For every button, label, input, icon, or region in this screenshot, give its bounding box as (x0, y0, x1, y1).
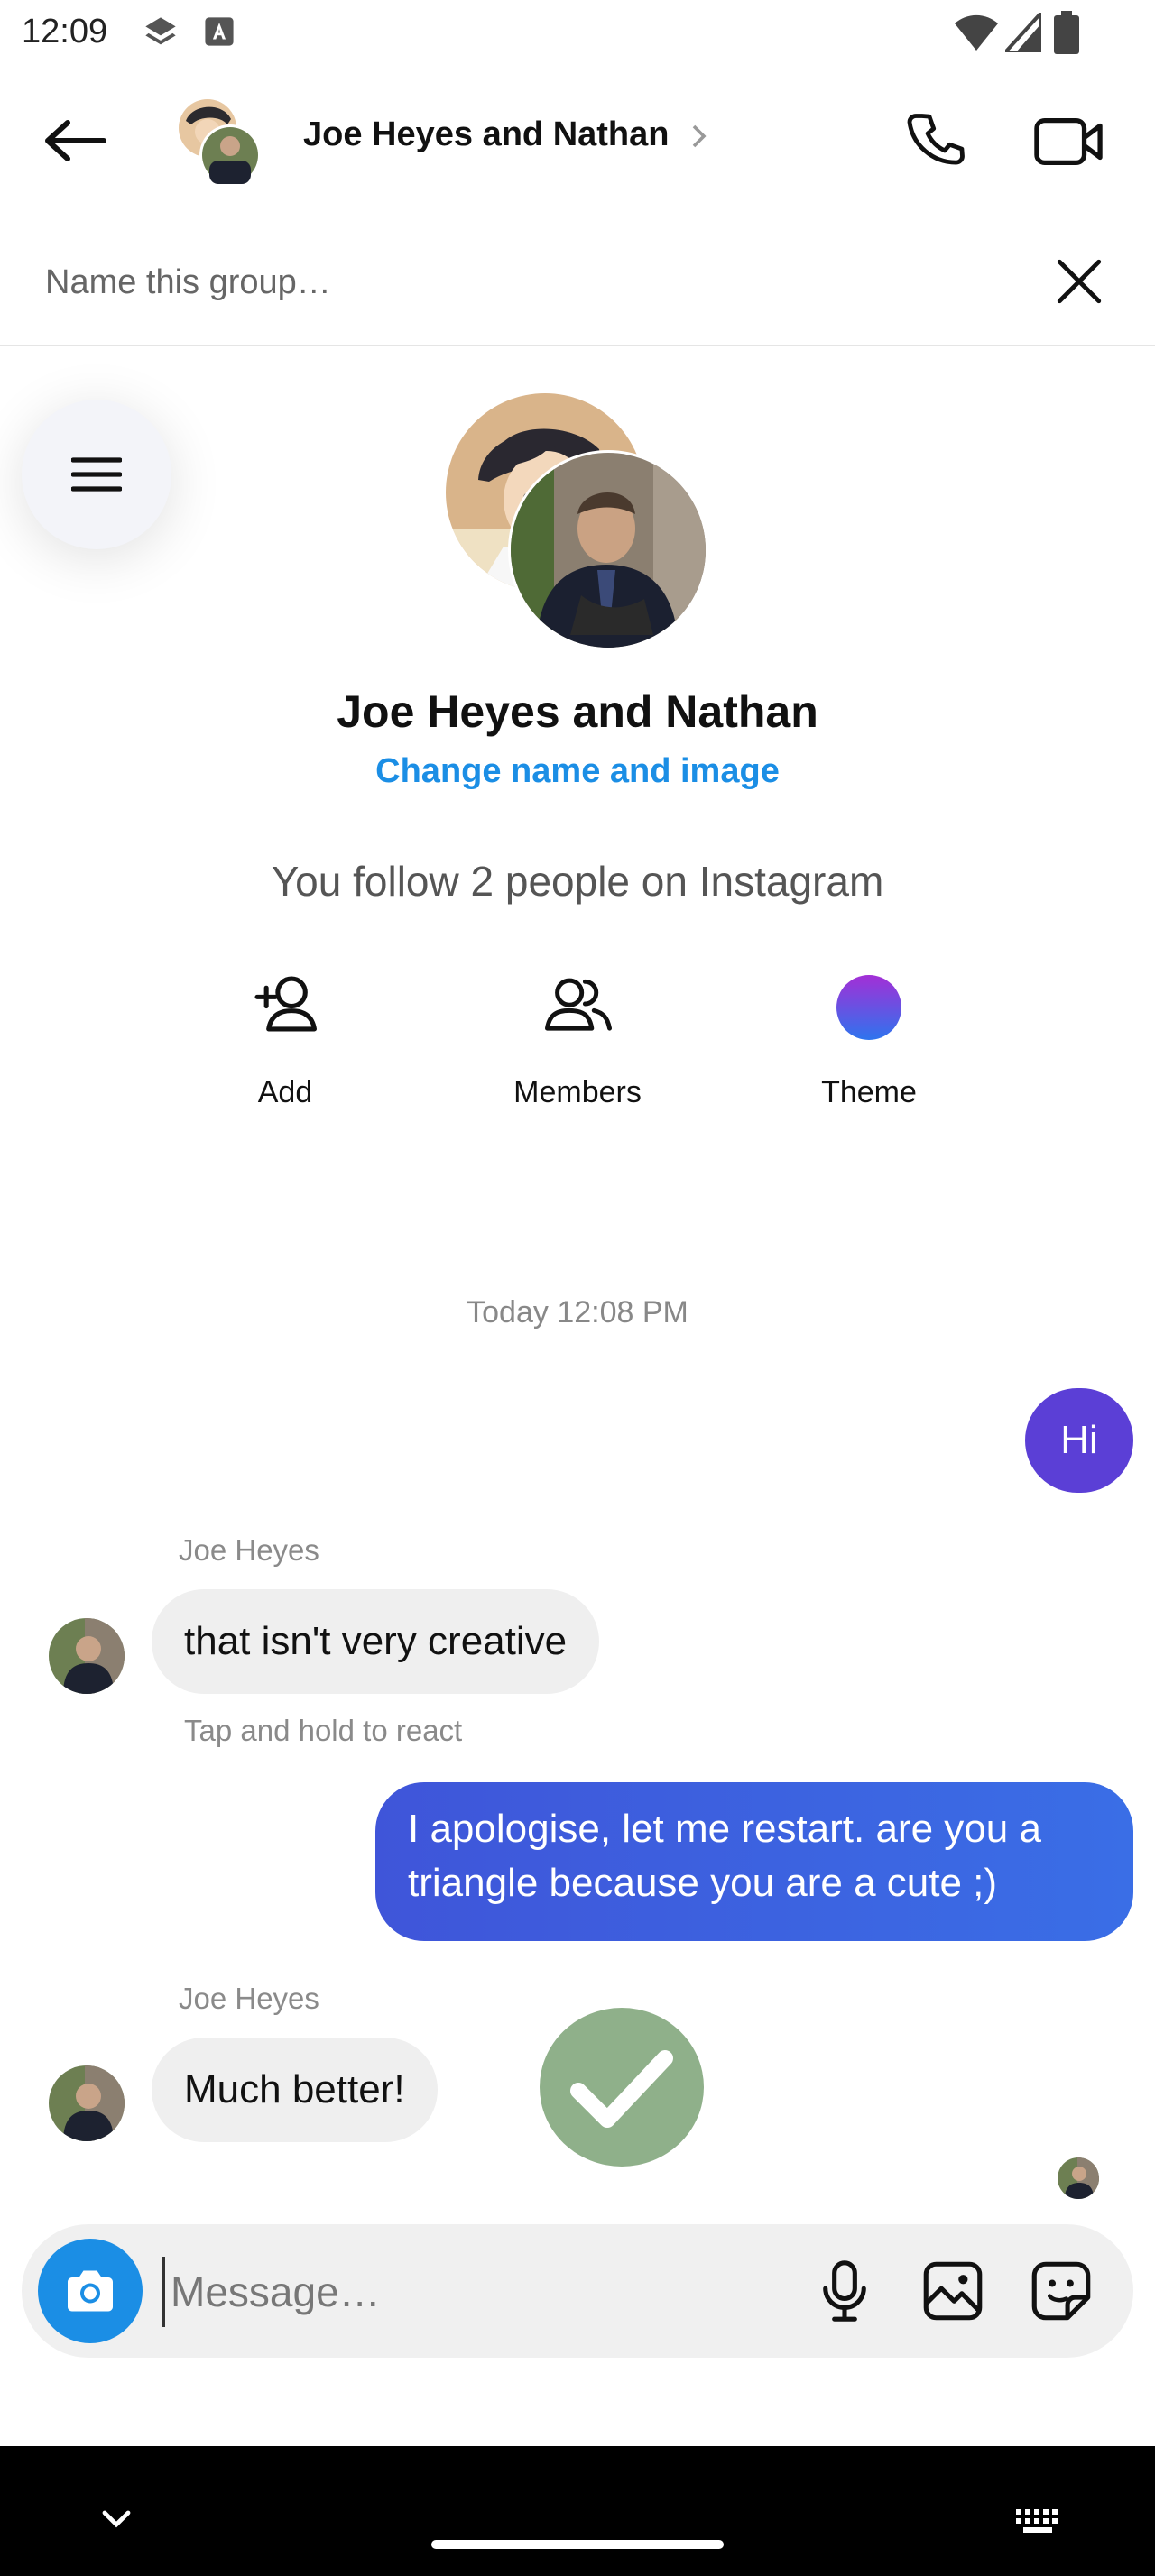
chat-title-text: Joe Heyes and Nathan (303, 115, 670, 153)
message-composer (22, 2224, 1133, 2358)
gallery-button[interactable] (908, 2246, 998, 2336)
header-divider (0, 345, 1155, 346)
phone-icon (907, 114, 965, 165)
voice-call-button[interactable] (893, 101, 980, 182)
theme-action-button[interactable]: Theme (752, 974, 986, 1118)
header-group-avatar[interactable] (177, 97, 263, 186)
members-icon (545, 978, 612, 1031)
add-action-button[interactable]: Add (168, 974, 402, 1118)
follow-info: You follow 2 people on Instagram (271, 858, 884, 905)
group-name: Joe Heyes and Nathan (337, 686, 818, 737)
sticker-button[interactable] (1016, 2246, 1106, 2336)
react-hint: Tap and hold to react (184, 1714, 463, 1747)
battery-icon (1054, 11, 1079, 54)
message-text: that isn't very creative (184, 1619, 568, 1663)
status-time: 12:09 (22, 13, 108, 51)
incoming-message-bubble[interactable]: that isn't very creative (152, 1589, 600, 1694)
checkmark-icon (570, 2050, 673, 2128)
wifi-icon (955, 14, 998, 51)
group-name-input[interactable] (43, 254, 1021, 310)
camera-button[interactable] (38, 2239, 143, 2343)
layers-icon (145, 17, 176, 45)
message-text-line: triangle because you are a cute ;) (408, 1861, 998, 1905)
image-icon (923, 2261, 983, 2321)
members-action-button[interactable]: Members (460, 974, 695, 1118)
sticker-icon (1031, 2261, 1091, 2321)
outgoing-message-bubble[interactable]: I apologise, let me restart. are you a t… (375, 1782, 1133, 1941)
signal-icon (1005, 13, 1041, 52)
system-nav-bar (0, 2446, 1155, 2576)
group-avatar (446, 393, 708, 650)
camera-icon (68, 2270, 113, 2312)
back-button[interactable] (34, 106, 116, 175)
sender-name: Joe Heyes (179, 1533, 319, 1567)
message-text: Hi (1060, 1418, 1098, 1462)
message-text: Much better! (184, 2067, 405, 2111)
arrow-left-icon (45, 120, 106, 161)
video-camera-icon (1034, 117, 1103, 166)
status-bar: 12:09 (0, 0, 1155, 65)
clear-name-button[interactable] (1043, 245, 1115, 317)
checkmark-sticker[interactable] (540, 2008, 704, 2167)
theme-swatch-icon (836, 975, 901, 1040)
chevron-right-icon (692, 124, 707, 148)
chat-title[interactable]: Joe Heyes and Nathan (303, 115, 707, 154)
close-icon (1057, 259, 1102, 304)
keyboard-icon[interactable] (1014, 2507, 1061, 2536)
seen-by-avatar (1058, 2157, 1099, 2199)
video-call-button[interactable] (1025, 101, 1112, 182)
chevron-down-icon[interactable] (101, 2509, 132, 2529)
font-badge-icon (205, 17, 234, 46)
outgoing-message-bubble[interactable]: Hi (1025, 1388, 1133, 1493)
message-text-line: I apologise, let me restart. are you a (408, 1807, 1041, 1851)
microphone-icon (823, 2260, 866, 2322)
add-person-icon (254, 976, 317, 1032)
members-label: Members (513, 1075, 642, 1109)
message-input[interactable] (162, 2257, 804, 2327)
sender-name: Joe Heyes (179, 1982, 319, 2015)
theme-label: Theme (821, 1075, 917, 1109)
joe-avatar[interactable] (49, 1618, 125, 1694)
floating-menu-button[interactable] (22, 400, 171, 549)
joe-avatar[interactable] (49, 2065, 125, 2141)
add-label: Add (257, 1075, 313, 1109)
chat-timestamp: Today 12:08 PM (467, 1295, 688, 1329)
incoming-message-bubble[interactable]: Much better! (152, 2038, 438, 2142)
home-gesture-handle[interactable] (431, 2540, 724, 2549)
hamburger-menu-icon (71, 457, 122, 492)
voice-message-button[interactable] (799, 2246, 890, 2336)
change-name-image-link[interactable]: Change name and image (0, 752, 1155, 791)
